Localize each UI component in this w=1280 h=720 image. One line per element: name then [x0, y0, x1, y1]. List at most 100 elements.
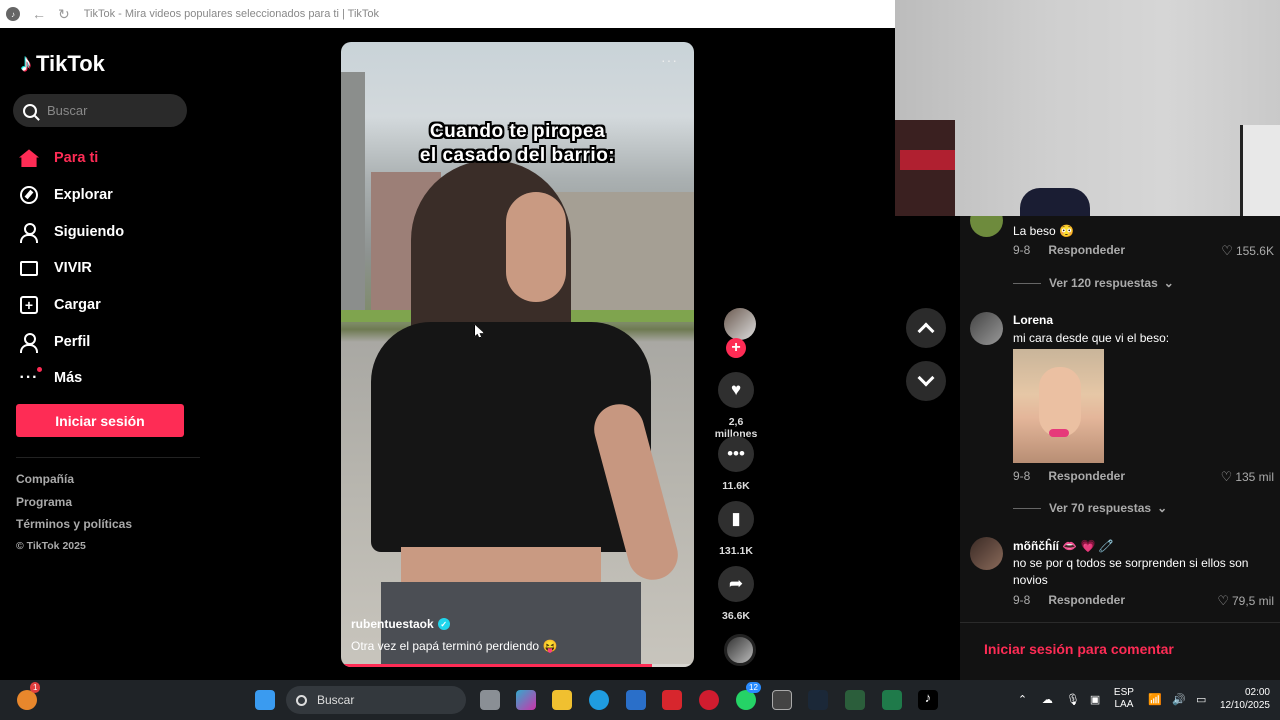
comment-like-button[interactable]: ♡ 79,5 mil: [1217, 593, 1274, 609]
comment-date: 9-8: [1013, 469, 1031, 483]
reply-button[interactable]: Respondeder: [1048, 469, 1125, 483]
login-button[interactable]: Iniciar sesión: [16, 404, 184, 437]
heart-outline-icon: ♡: [1220, 469, 1233, 484]
sidebar-item-siguiendo[interactable]: Siguiendo: [18, 213, 124, 250]
view-replies-button[interactable]: Ver 120 respuestas ⌄: [1013, 276, 1174, 290]
comment-action[interactable]: ••• 11.6K: [706, 436, 766, 492]
spreadsheet-icon[interactable]: [882, 690, 902, 710]
comment-login-link[interactable]: Iniciar sesión para comentar: [984, 641, 1174, 657]
tiktok-taskbar-icon[interactable]: ♪: [918, 690, 938, 710]
task-view-icon[interactable]: [480, 690, 500, 710]
comment-author[interactable]: mõñčĥíí 👄 💗 🧷: [1013, 539, 1114, 553]
save-count: 131.1K: [719, 545, 753, 557]
window-title: TikTok - Mira videos populares seleccion…: [83, 8, 380, 20]
language-indicator[interactable]: ESP LAA: [1114, 687, 1134, 711]
share-icon[interactable]: ➦: [718, 566, 754, 602]
sidebar-item-mas[interactable]: ··· Más: [18, 360, 124, 397]
comment-like-button[interactable]: ♡ 155.6K: [1221, 243, 1274, 259]
previous-video-button[interactable]: [906, 308, 946, 348]
progress-fill: [341, 664, 652, 667]
display-icon[interactable]: ▣: [1090, 693, 1104, 706]
comment-meta: 9-8 Respondeder: [1013, 593, 1125, 607]
verified-icon: ✓: [437, 618, 450, 630]
avatar[interactable]: [970, 537, 1003, 570]
tiktok-logo[interactable]: ♪ TikTok: [20, 50, 105, 78]
video-player[interactable]: ··· Cuando te piropea el casado del barr…: [341, 42, 694, 667]
windows-start-icon[interactable]: [255, 690, 275, 710]
webcam-scene: [1020, 188, 1090, 216]
battery-icon[interactable]: ▭: [1196, 693, 1210, 706]
sidebar-item-para-ti[interactable]: Para ti: [18, 140, 124, 177]
video-more-options-icon[interactable]: ···: [661, 52, 678, 68]
creator-avatar[interactable]: [724, 308, 756, 340]
edge-browser-icon[interactable]: [589, 690, 609, 710]
taskbar-search[interactable]: Buscar: [286, 686, 466, 714]
wifi-icon[interactable]: 📶: [1148, 693, 1162, 706]
sidebar-item-cargar[interactable]: + Cargar: [18, 287, 124, 324]
sidebar-footer: Compañía Programa Términos y políticas ©…: [16, 472, 132, 552]
weather-widget-icon[interactable]: [17, 690, 37, 710]
comment-count: 11.6K: [722, 480, 750, 492]
comment-meta: 9-8 Respondeder: [1013, 243, 1125, 257]
antivirus-icon[interactable]: [662, 690, 682, 710]
next-video-button[interactable]: [906, 361, 946, 401]
comment-like-button[interactable]: ♡ 135 mil: [1221, 469, 1274, 485]
comment-like-count: 79,5 mil: [1231, 594, 1274, 608]
reply-button[interactable]: Respondeder: [1048, 593, 1125, 607]
reload-icon[interactable]: ↻: [58, 6, 70, 23]
avatar[interactable]: [970, 312, 1003, 345]
comment-image[interactable]: [1013, 349, 1104, 463]
video-scene: [551, 192, 694, 322]
webcam-scene: [1240, 125, 1280, 216]
onedrive-icon[interactable]: ☁: [1042, 693, 1056, 706]
view-replies-button[interactable]: Ver 70 respuestas ⌄: [1013, 501, 1167, 515]
tiktok-note-icon: ♪: [20, 50, 32, 77]
steam-icon[interactable]: [808, 690, 828, 710]
profile-icon: [18, 331, 40, 353]
app-icon[interactable]: [845, 690, 865, 710]
obs-icon[interactable]: [772, 690, 792, 710]
microphone-icon[interactable]: 🎙: [1066, 693, 1080, 706]
search-input[interactable]: [47, 103, 167, 118]
video-progress-bar[interactable]: [341, 664, 694, 667]
volume-icon[interactable]: 🔊: [1172, 693, 1186, 706]
clock[interactable]: 02:00 12/10/2025: [1220, 686, 1270, 712]
search-box[interactable]: [13, 94, 187, 127]
author-name: rubentuestaok: [351, 617, 434, 631]
chevron-up-icon[interactable]: ⌃: [1018, 693, 1032, 706]
chevron-up-icon: [917, 322, 935, 340]
chevron-down-icon: [917, 369, 935, 387]
replies-line: [1013, 282, 1041, 284]
video-author[interactable]: rubentuestaok ✓: [351, 617, 450, 631]
sidebar-item-perfil[interactable]: Perfil: [18, 323, 124, 360]
comment-author[interactable]: Lorena: [1013, 313, 1053, 327]
copilot-icon[interactable]: [516, 690, 536, 710]
back-icon[interactable]: ←: [32, 6, 46, 22]
footer-link-company[interactable]: Compañía: [16, 472, 132, 495]
sidebar-item-vivir[interactable]: VIVIR: [18, 250, 124, 287]
music-disc-icon[interactable]: [724, 634, 756, 666]
video-scene: [341, 72, 365, 312]
opera-icon[interactable]: [699, 690, 719, 710]
sidebar-item-explorar[interactable]: Explorar: [18, 177, 124, 214]
like-action[interactable]: ♥ 2,6 millones: [706, 372, 766, 440]
image-content: [1049, 429, 1069, 437]
clock-time: 02:00: [1244, 687, 1270, 698]
comment-icon[interactable]: •••: [718, 436, 754, 472]
share-action[interactable]: ➦ 36.6K: [706, 566, 766, 622]
caption-line: Cuando te piropea: [429, 121, 606, 142]
follow-plus-icon[interactable]: +: [726, 338, 746, 358]
store-icon[interactable]: [626, 690, 646, 710]
comment-login-bar[interactable]: Iniciar sesión para comentar: [960, 622, 1280, 680]
footer-link-program[interactable]: Programa: [16, 495, 132, 518]
reply-button[interactable]: Respondeder: [1048, 243, 1125, 257]
heart-icon[interactable]: ♥: [718, 372, 754, 408]
file-explorer-icon[interactable]: [552, 690, 572, 710]
video-scene: [506, 192, 566, 302]
replies-line: [1013, 507, 1041, 509]
sidebar-item-label: Cargar: [54, 297, 101, 314]
whatsapp-icon[interactable]: [736, 690, 756, 710]
bookmark-icon[interactable]: ▮: [718, 501, 754, 537]
footer-link-terms[interactable]: Términos y políticas: [16, 517, 132, 540]
save-action[interactable]: ▮ 131.1K: [706, 501, 766, 557]
